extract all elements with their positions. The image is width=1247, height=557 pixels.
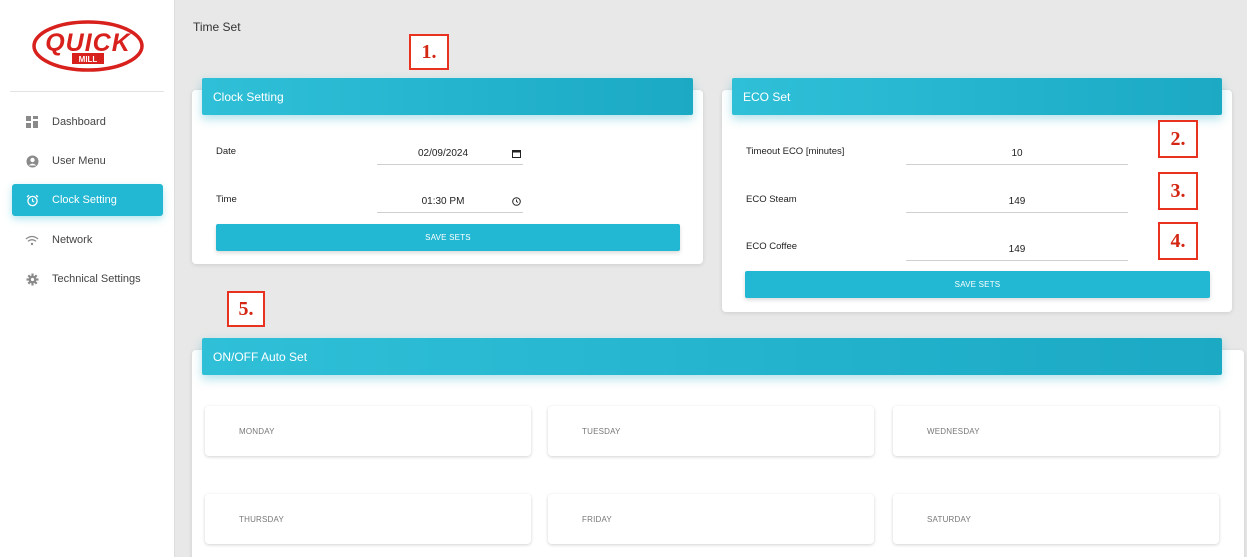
clock-icon[interactable] xyxy=(509,197,523,206)
timeout-eco-label: Timeout ECO [minutes] xyxy=(746,146,845,157)
time-value: 01:30 PM xyxy=(421,196,465,207)
clock-save-button[interactable]: SAVE SETS xyxy=(216,224,680,251)
main-content: Time Set Clock Setting Date 02/09/2024 T… xyxy=(175,0,1247,557)
user-icon xyxy=(12,155,52,168)
gear-icon xyxy=(12,273,52,286)
annotation-marker-5: 5. xyxy=(227,291,265,327)
eco-steam-input[interactable]: 149 xyxy=(906,191,1128,213)
sidebar-item-network[interactable]: Network xyxy=(12,224,163,256)
eco-coffee-value: 149 xyxy=(1008,244,1026,255)
svg-text:QUICK: QUICK xyxy=(45,29,132,57)
quick-mill-logo[interactable]: QUICK MILL xyxy=(32,20,144,72)
sidebar-divider xyxy=(10,91,164,92)
day-card-friday[interactable]: FRIDAY xyxy=(548,494,874,544)
eco-coffee-input[interactable]: 149 xyxy=(906,239,1128,261)
eco-set-header: ECO Set xyxy=(732,78,1222,115)
wifi-icon xyxy=(12,235,52,246)
sidebar-item-label: Technical Settings xyxy=(52,273,141,285)
day-card-saturday[interactable]: SATURDAY xyxy=(893,494,1219,544)
sidebar-item-label: Network xyxy=(52,234,93,246)
day-card-wednesday[interactable]: WEDNESDAY xyxy=(893,406,1219,456)
eco-steam-value: 149 xyxy=(1008,196,1026,207)
date-input[interactable]: 02/09/2024 xyxy=(377,143,523,165)
time-label: Time xyxy=(216,194,237,205)
annotation-marker-4: 4. xyxy=(1158,222,1198,260)
sidebar-item-dashboard[interactable]: Dashboard xyxy=(12,106,163,138)
eco-coffee-label: ECO Coffee xyxy=(746,241,798,252)
date-label: Date xyxy=(216,146,237,157)
annotation-marker-2: 2. xyxy=(1158,120,1198,158)
annotation-marker-3: 3. xyxy=(1158,172,1198,210)
date-value: 02/09/2024 xyxy=(417,148,469,159)
day-card-monday[interactable]: MONDAY xyxy=(205,406,531,456)
sidebar-item-technical-settings[interactable]: Technical Settings xyxy=(12,263,163,295)
clock-setting-header: Clock Setting xyxy=(202,78,693,115)
timeout-eco-input[interactable]: 10 xyxy=(906,143,1128,165)
sidebar-item-label: User Menu xyxy=(52,155,106,167)
timeout-eco-value: 10 xyxy=(1011,148,1023,159)
sidebar-item-label: Clock Setting xyxy=(52,194,117,206)
svg-text:MILL: MILL xyxy=(79,55,98,64)
sidebar-item-user-menu[interactable]: User Menu xyxy=(12,145,163,177)
sidebar-item-clock-setting[interactable]: Clock Setting xyxy=(12,184,163,216)
calendar-icon[interactable] xyxy=(509,149,523,158)
day-card-thursday[interactable]: THURSDAY xyxy=(205,494,531,544)
annotation-marker-1: 1. xyxy=(409,34,449,70)
eco-steam-label: ECO Steam xyxy=(746,194,797,205)
time-input[interactable]: 01:30 PM xyxy=(377,191,523,213)
alarm-clock-icon xyxy=(12,194,52,207)
sidebar: QUICK MILL Dashboard User Menu Clock Set… xyxy=(0,0,175,557)
page-title: Time Set xyxy=(193,20,241,34)
sidebar-item-label: Dashboard xyxy=(52,116,106,128)
dashboard-icon xyxy=(12,116,52,128)
day-card-tuesday[interactable]: TUESDAY xyxy=(548,406,874,456)
auto-set-header: ON/OFF Auto Set xyxy=(202,338,1222,375)
eco-save-button[interactable]: SAVE SETS xyxy=(745,271,1210,298)
